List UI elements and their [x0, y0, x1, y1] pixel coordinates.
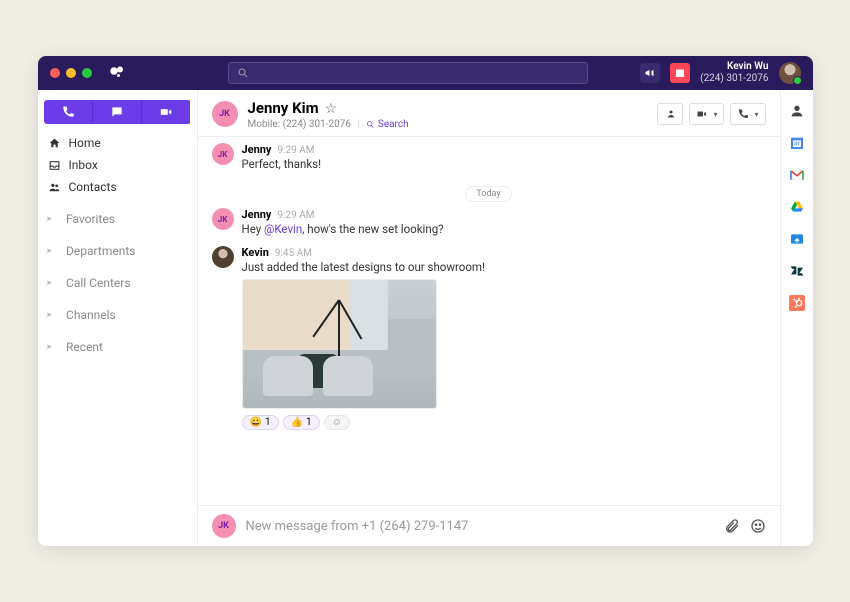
- close-window[interactable]: [50, 68, 60, 78]
- app-rail: 31: [781, 90, 813, 546]
- message-time: 9:29 AM: [277, 145, 314, 156]
- search-icon: [237, 67, 249, 79]
- sender-avatar: JK: [212, 143, 234, 165]
- video-call-button[interactable]: [689, 103, 724, 125]
- maximize-window[interactable]: [82, 68, 92, 78]
- hubspot-icon[interactable]: [788, 294, 806, 312]
- sidebar: Home Inbox Contacts Favorites Department…: [38, 90, 198, 546]
- section-call-centers[interactable]: Call Centers: [48, 272, 187, 294]
- attachment-icon[interactable]: [724, 518, 740, 534]
- app-window: Kevin Wu (224) 301-2076 Home Inbox Conta…: [38, 56, 813, 546]
- message-text: Perfect, thanks!: [242, 157, 322, 171]
- current-user-name: Kevin Wu: [700, 61, 768, 73]
- svg-text:31: 31: [793, 142, 799, 148]
- composer-avatar: JK: [212, 514, 236, 538]
- call-button[interactable]: [44, 100, 92, 124]
- conversation-thread: JK Jenny Kim ☆ Mobile: (224) 301-2076 | …: [198, 90, 781, 546]
- current-user[interactable]: Kevin Wu (224) 301-2076: [700, 61, 768, 85]
- reaction-pill[interactable]: 😀1: [242, 415, 279, 430]
- nav-label: Contacts: [69, 180, 117, 194]
- nav-contacts[interactable]: Contacts: [48, 176, 187, 198]
- image-attachment[interactable]: [242, 279, 437, 409]
- sender-name: Jenny: [242, 143, 272, 156]
- sender-name: Jenny: [242, 208, 272, 221]
- message-text: Just added the latest designs to our sho…: [242, 260, 485, 274]
- nav-label: Home: [69, 136, 101, 150]
- message-item: JK Jenny 9:29 AM Perfect, thanks!: [212, 143, 766, 171]
- day-separator: Today: [212, 181, 766, 200]
- quick-actions: [44, 100, 191, 124]
- contact-phone: Mobile: (224) 301-2076: [248, 119, 351, 130]
- gmail-icon[interactable]: [788, 166, 806, 184]
- message-list: JK Jenny 9:29 AM Perfect, thanks! Today J…: [198, 137, 780, 505]
- inbox-icon: [48, 159, 61, 172]
- message-input[interactable]: [246, 519, 714, 534]
- zendesk-icon[interactable]: [788, 262, 806, 280]
- sender-avatar: JK: [212, 208, 234, 230]
- nav-inbox[interactable]: Inbox: [48, 154, 187, 176]
- sender-name: Kevin: [242, 246, 269, 259]
- message-time: 9:45 AM: [275, 248, 312, 259]
- message-item: Kevin 9:45 AM Just added the latest desig…: [212, 246, 766, 430]
- profile-panel-icon[interactable]: [788, 102, 806, 120]
- emoji-icon[interactable]: [750, 518, 766, 534]
- message-composer: JK: [198, 505, 780, 546]
- sender-avatar: [212, 246, 234, 268]
- window-controls: [50, 68, 92, 78]
- section-recent[interactable]: Recent: [48, 336, 187, 358]
- contacts-icon: [48, 181, 61, 194]
- message-button[interactable]: [92, 100, 141, 124]
- message-item: JK Jenny 9:29 AM Hey @Kevin, how's the ne…: [212, 208, 766, 236]
- contact-name: Jenny Kim: [248, 99, 319, 117]
- google-calendar-icon[interactable]: 31: [788, 134, 806, 152]
- google-drive-icon[interactable]: [788, 198, 806, 216]
- announcements-icon[interactable]: [640, 63, 660, 83]
- section-channels[interactable]: Channels: [48, 304, 187, 326]
- add-reaction-button[interactable]: ☺: [324, 415, 350, 430]
- add-contact-button[interactable]: [657, 103, 683, 125]
- current-user-phone: (224) 301-2076: [700, 73, 768, 85]
- favorite-star-icon[interactable]: ☆: [325, 101, 338, 117]
- voice-call-button[interactable]: [730, 103, 765, 125]
- mention[interactable]: @Kevin: [264, 222, 302, 236]
- global-search[interactable]: [228, 62, 588, 84]
- screenshare-icon[interactable]: [788, 230, 806, 248]
- section-departments[interactable]: Departments: [48, 240, 187, 262]
- calendar-badge-icon[interactable]: [670, 63, 690, 83]
- thread-search-link[interactable]: Search: [378, 119, 409, 130]
- message-time: 9:29 AM: [277, 210, 314, 221]
- section-favorites[interactable]: Favorites: [48, 208, 187, 230]
- home-icon: [48, 137, 61, 150]
- app-logo: [108, 62, 126, 84]
- current-user-avatar[interactable]: [779, 62, 801, 84]
- nav-home[interactable]: Home: [48, 132, 187, 154]
- reactions: 😀1 👍1 ☺: [242, 415, 485, 430]
- thread-header: JK Jenny Kim ☆ Mobile: (224) 301-2076 | …: [198, 90, 780, 137]
- content: JK Jenny Kim ☆ Mobile: (224) 301-2076 | …: [198, 90, 813, 546]
- titlebar: Kevin Wu (224) 301-2076: [38, 56, 813, 90]
- video-button[interactable]: [141, 100, 190, 124]
- nav-label: Inbox: [69, 158, 98, 172]
- search-icon: [366, 120, 375, 129]
- message-text: Hey @Kevin, how's the new set looking?: [242, 222, 444, 236]
- minimize-window[interactable]: [66, 68, 76, 78]
- reaction-pill[interactable]: 👍1: [283, 415, 320, 430]
- contact-avatar: JK: [212, 101, 238, 127]
